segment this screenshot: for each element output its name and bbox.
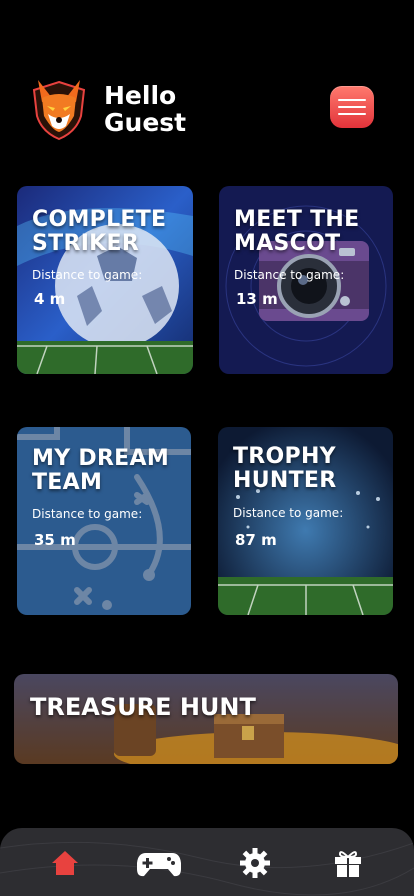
greeting: Hello Guest — [104, 82, 186, 136]
nav-rewards[interactable] — [323, 838, 373, 888]
distance-label: Distance to game: — [233, 506, 344, 520]
hamburger-line — [338, 106, 366, 108]
greeting-line-hello: Hello — [104, 81, 177, 110]
nav-games[interactable] — [134, 838, 184, 888]
nav-home[interactable] — [40, 838, 90, 888]
greeting-line-guest: Guest — [104, 108, 187, 137]
header: Hello Guest — [26, 76, 186, 142]
hamburger-line — [338, 113, 366, 115]
game-card-complete-striker[interactable]: COMPLETE STRIKER Distance to game: 4 m — [17, 186, 193, 374]
distance-label: Distance to game: — [32, 268, 143, 282]
menu-button[interactable] — [330, 86, 374, 128]
gift-icon — [335, 851, 361, 877]
distance-label: Distance to game: — [32, 507, 143, 521]
card-title: MEET THE MASCOT — [234, 207, 360, 256]
nav-settings[interactable] — [230, 838, 280, 888]
distance-value: 35 m — [34, 531, 76, 549]
distance-label: Distance to game: — [234, 268, 345, 282]
game-card-trophy-hunter[interactable]: TROPHY HUNTER Distance to game: 87 m — [218, 427, 393, 615]
distance-value: 13 m — [236, 290, 278, 308]
gamepad-icon — [137, 853, 181, 877]
card-title: TROPHY HUNTER — [233, 444, 337, 493]
card-title: MY DREAM TEAM — [32, 446, 170, 495]
fox-logo-icon — [32, 80, 86, 141]
gear-icon — [240, 848, 270, 878]
bottom-navigation — [0, 828, 414, 896]
distance-value: 4 m — [34, 290, 66, 308]
hamburger-menu-icon — [338, 99, 366, 101]
game-card-my-dream-team[interactable]: MY DREAM TEAM Distance to game: 35 m — [17, 427, 191, 615]
card-title: COMPLETE STRIKER — [32, 207, 167, 256]
banner-title: TREASURE HUNT — [30, 693, 256, 721]
game-card-meet-the-mascot[interactable]: MEET THE MASCOT Distance to game: 13 m — [219, 186, 393, 374]
treasure-hunt-banner[interactable]: TREASURE HUNT — [14, 674, 398, 764]
home-icon — [52, 851, 78, 875]
distance-value: 87 m — [235, 531, 277, 549]
